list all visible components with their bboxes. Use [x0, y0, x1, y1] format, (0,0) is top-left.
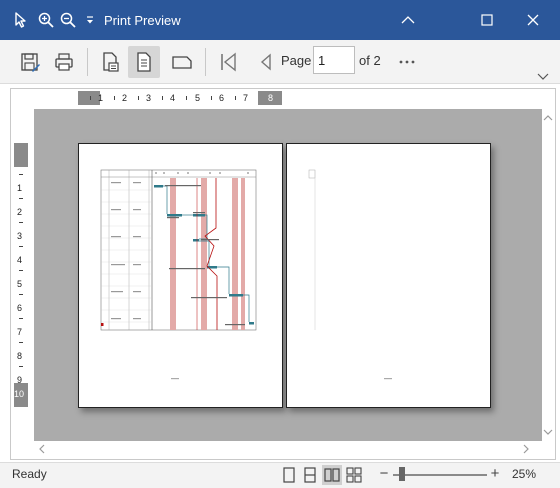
ruler-label: 1 — [17, 183, 23, 193]
ruler-label: 4 — [17, 255, 23, 265]
ruler-label: 8 — [268, 93, 274, 103]
zoom-out-button[interactable]: − — [377, 465, 391, 483]
close-button[interactable] — [515, 6, 551, 34]
zoom-value: 25% — [512, 467, 537, 481]
ruler-label: 3 — [17, 231, 23, 241]
preview-canvas[interactable] — [34, 109, 542, 441]
zoom-in-button[interactable]: + — [488, 465, 502, 483]
zoom-slider-thumb[interactable] — [399, 467, 405, 481]
single-page-view-button[interactable] — [279, 465, 299, 485]
customize-dropdown-icon[interactable] — [80, 10, 100, 30]
portrait-button[interactable] — [128, 46, 160, 78]
page-2-content — [308, 169, 392, 380]
window-title: Print Preview — [104, 13, 181, 28]
two-page-vertical-view-button[interactable] — [300, 465, 320, 485]
preview-page-2[interactable] — [286, 143, 491, 408]
two-page-vertical-view-icon — [304, 467, 316, 483]
horizontal-ruler: 1 2 3 4 5 6 7 8 — [78, 91, 282, 105]
scroll-down-icon[interactable] — [543, 428, 553, 439]
ruler-label: 9 — [17, 375, 23, 385]
landscape-button[interactable] — [166, 46, 198, 78]
multi-page-view-icon — [346, 467, 362, 483]
scroll-left-icon[interactable] — [38, 444, 46, 457]
ruler-label: 2 — [17, 207, 23, 217]
page-setup-icon — [103, 52, 119, 72]
zoom-in-icon[interactable] — [36, 10, 56, 30]
scroll-right-icon[interactable] — [522, 444, 530, 457]
gantt-chart-thumbnail — [100, 169, 257, 380]
print-button[interactable] — [48, 46, 80, 78]
page-label: Page — [281, 53, 312, 68]
toolbar — [0, 40, 560, 84]
first-page-button[interactable] — [212, 46, 244, 78]
previous-page-button[interactable] — [250, 46, 282, 78]
ruler-label: 6 — [17, 303, 23, 313]
select-cursor-icon[interactable] — [12, 10, 32, 30]
page-count-label: of 2 — [359, 53, 381, 68]
maximize-icon — [481, 14, 493, 26]
status-text: Ready — [12, 467, 47, 481]
ruler-label: 7 — [243, 93, 249, 103]
ruler-label: 2 — [122, 93, 128, 103]
zoom-out-icon[interactable] — [58, 10, 78, 30]
save-button[interactable] — [14, 46, 46, 78]
page-setup-button[interactable] — [94, 46, 126, 78]
scroll-up-icon[interactable] — [543, 114, 553, 125]
more-button[interactable] — [391, 46, 423, 78]
first-page-icon — [221, 52, 236, 72]
title-bar: Print Preview — [0, 0, 560, 40]
landscape-icon — [172, 56, 192, 69]
multi-page-view-button[interactable] — [344, 465, 364, 485]
ruler-label: 1 — [98, 93, 104, 103]
ruler-label: 7 — [17, 327, 23, 337]
ruler-label: 8 — [17, 351, 23, 361]
ruler-label: 10 — [14, 389, 25, 399]
print-icon — [55, 53, 73, 71]
save-icon — [21, 53, 40, 72]
page-number-input[interactable] — [313, 46, 355, 74]
portrait-icon — [137, 52, 151, 72]
minimize-icon — [401, 16, 415, 24]
two-page-view-icon — [324, 468, 340, 482]
more-icon — [399, 60, 415, 64]
two-page-view-button[interactable] — [322, 465, 342, 485]
preview-page-1[interactable] — [78, 143, 283, 408]
ruler-label: 5 — [195, 93, 201, 103]
zoom-slider-track[interactable] — [393, 474, 487, 476]
ruler-label: 5 — [17, 279, 23, 289]
ruler-label: 4 — [170, 93, 176, 103]
vertical-ruler: 1 2 3 4 5 6 7 8 9 10 — [14, 143, 28, 407]
ruler-label: 6 — [219, 93, 225, 103]
maximize-button[interactable] — [469, 6, 505, 34]
minimize-button[interactable] — [390, 6, 426, 34]
expand-toolbar-icon[interactable] — [537, 70, 549, 84]
close-icon — [527, 14, 539, 26]
single-page-view-icon — [283, 467, 295, 483]
previous-page-icon — [260, 53, 271, 71]
ruler-label: 3 — [146, 93, 152, 103]
